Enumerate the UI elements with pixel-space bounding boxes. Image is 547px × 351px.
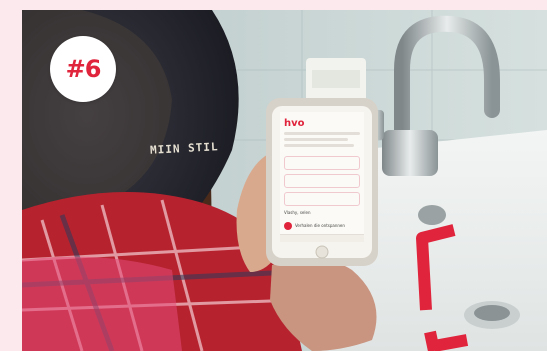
text-line bbox=[284, 132, 360, 135]
tab-bar[interactable] bbox=[280, 234, 364, 242]
text-line bbox=[284, 138, 348, 141]
avatar bbox=[284, 222, 292, 230]
step-badge-label: #6 bbox=[65, 55, 102, 83]
phone-screen: hvo Vlashy, selen Verhalen die ontspanne… bbox=[280, 112, 364, 242]
app-field[interactable] bbox=[284, 156, 360, 170]
app-logo: hvo bbox=[284, 118, 305, 129]
text-line bbox=[284, 144, 354, 147]
photo: MIIN STIL hvo Vlashy, selen Verhalen die… bbox=[22, 10, 547, 351]
app-field[interactable] bbox=[284, 192, 360, 206]
status-text: Verhalen die ontspannen bbox=[295, 223, 345, 228]
step-badge: #6 bbox=[50, 36, 116, 102]
section-label: Vlashy, selen bbox=[284, 210, 311, 215]
app-field[interactable] bbox=[284, 174, 360, 188]
